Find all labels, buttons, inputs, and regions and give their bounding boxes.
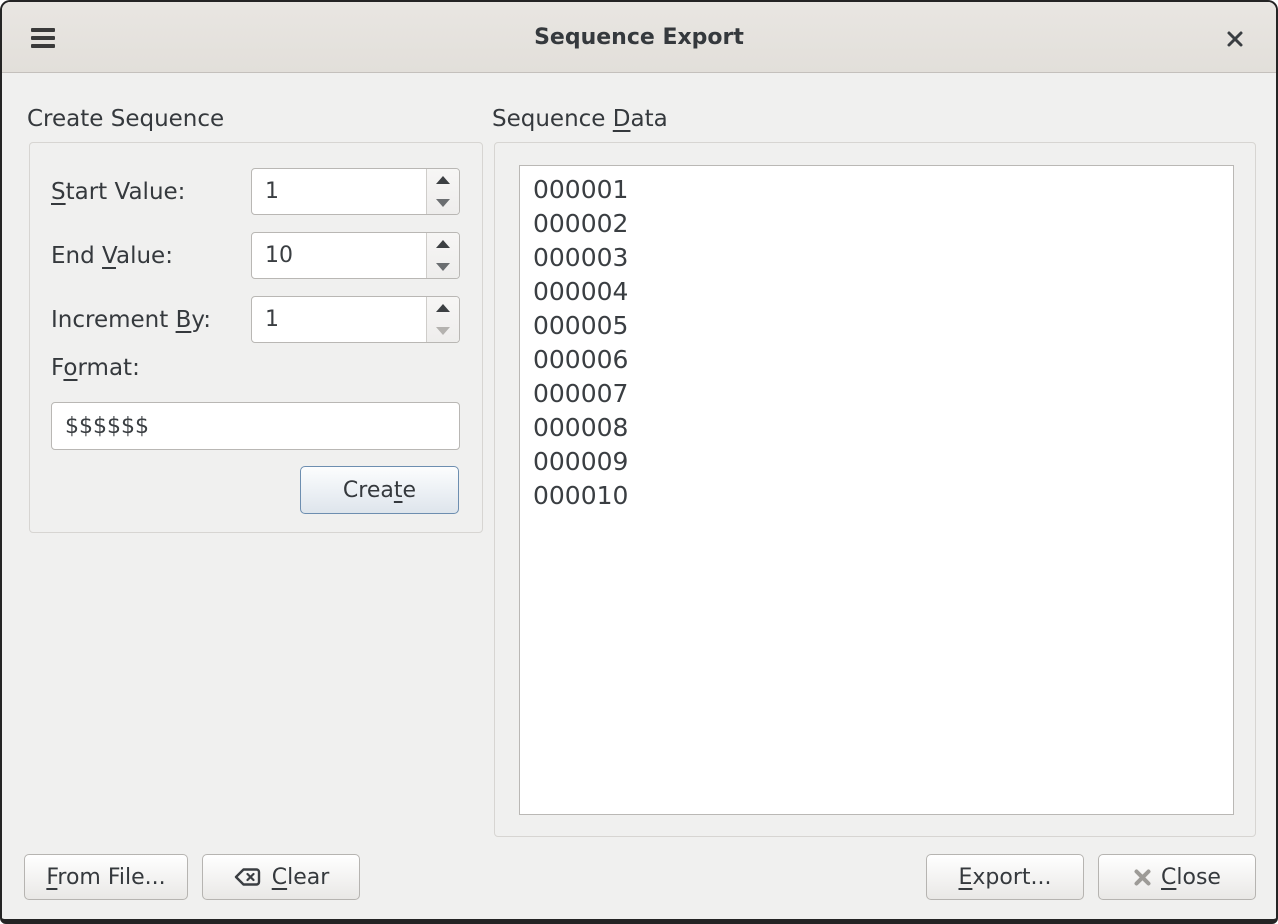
spin-down-icon xyxy=(436,263,450,271)
window-title: Sequence Export xyxy=(2,25,1276,50)
start-value-label: Start Value: xyxy=(51,168,185,215)
start-value-spinbox xyxy=(251,168,460,215)
spin-down-icon xyxy=(436,327,450,335)
sequence-data-group: 0000010000020000030000040000050000060000… xyxy=(494,142,1256,837)
create-sequence-heading-text: Create Sequence xyxy=(27,106,224,132)
export-button-label: Export... xyxy=(958,865,1051,890)
create-button[interactable]: Create xyxy=(300,466,459,514)
spin-up-icon xyxy=(436,304,450,312)
clear-button-label: Clear xyxy=(272,865,330,890)
increment-by-spin-up-button[interactable] xyxy=(427,297,459,320)
create-button-label: Create xyxy=(343,478,416,503)
format-label: Format: xyxy=(51,348,140,388)
sequence-data-list[interactable]: 0000010000020000030000040000050000060000… xyxy=(519,165,1234,815)
sequence-export-dialog: Sequence Export Create Sequence Start Va… xyxy=(0,0,1278,924)
spin-up-icon xyxy=(436,176,450,184)
sequence-data-heading-text: Sequence Data xyxy=(492,106,668,132)
list-item[interactable]: 000009 xyxy=(533,445,1233,479)
from-file-button-label: From File... xyxy=(46,865,165,890)
increment-by-spin-buttons xyxy=(426,297,459,342)
close-button-label: Close xyxy=(1161,865,1221,890)
end-value-spin-buttons xyxy=(426,233,459,278)
window-close-button[interactable] xyxy=(1220,24,1250,54)
list-item[interactable]: 000005 xyxy=(533,309,1233,343)
backspace-clear-icon xyxy=(233,865,263,889)
create-sequence-heading: Create Sequence xyxy=(27,106,224,132)
list-item[interactable]: 000002 xyxy=(533,207,1233,241)
increment-by-input[interactable] xyxy=(252,297,426,342)
increment-by-spinbox xyxy=(251,296,460,343)
list-item[interactable]: 000007 xyxy=(533,377,1233,411)
increment-by-spin-down-button[interactable] xyxy=(427,320,459,343)
increment-by-label: Increment By: xyxy=(51,296,211,343)
hamburger-icon xyxy=(31,36,55,40)
end-value-spinbox xyxy=(251,232,460,279)
from-file-button[interactable]: From File... xyxy=(24,854,188,900)
list-item[interactable]: 000010 xyxy=(533,479,1233,513)
spin-up-icon xyxy=(436,240,450,248)
end-value-input[interactable] xyxy=(252,233,426,278)
end-value-spin-down-button[interactable] xyxy=(427,256,459,279)
spin-down-icon xyxy=(436,199,450,207)
close-button[interactable]: Close xyxy=(1098,854,1256,900)
export-button[interactable]: Export... xyxy=(926,854,1084,900)
start-value-input[interactable] xyxy=(252,169,426,214)
end-value-spin-up-button[interactable] xyxy=(427,233,459,256)
start-value-spin-down-button[interactable] xyxy=(427,192,459,215)
titlebar: Sequence Export xyxy=(2,2,1276,73)
hamburger-icon xyxy=(31,44,55,48)
list-item[interactable]: 000004 xyxy=(533,275,1233,309)
list-item[interactable]: 000001 xyxy=(533,173,1233,207)
close-x-icon xyxy=(1133,868,1152,887)
start-value-spin-up-button[interactable] xyxy=(427,169,459,192)
list-item[interactable]: 000006 xyxy=(533,343,1233,377)
create-sequence-group: Start Value: End Value: Increment By: xyxy=(29,142,483,533)
sequence-data-heading: Sequence Data xyxy=(492,106,668,132)
clear-button[interactable]: Clear xyxy=(202,854,360,900)
start-value-spin-buttons xyxy=(426,169,459,214)
menu-button[interactable] xyxy=(26,23,60,53)
list-item[interactable]: 000003 xyxy=(533,241,1233,275)
hamburger-icon xyxy=(31,28,55,32)
format-input[interactable] xyxy=(51,402,460,450)
close-icon xyxy=(1225,29,1245,49)
list-item[interactable]: 000008 xyxy=(533,411,1233,445)
end-value-label: End Value: xyxy=(51,232,173,279)
